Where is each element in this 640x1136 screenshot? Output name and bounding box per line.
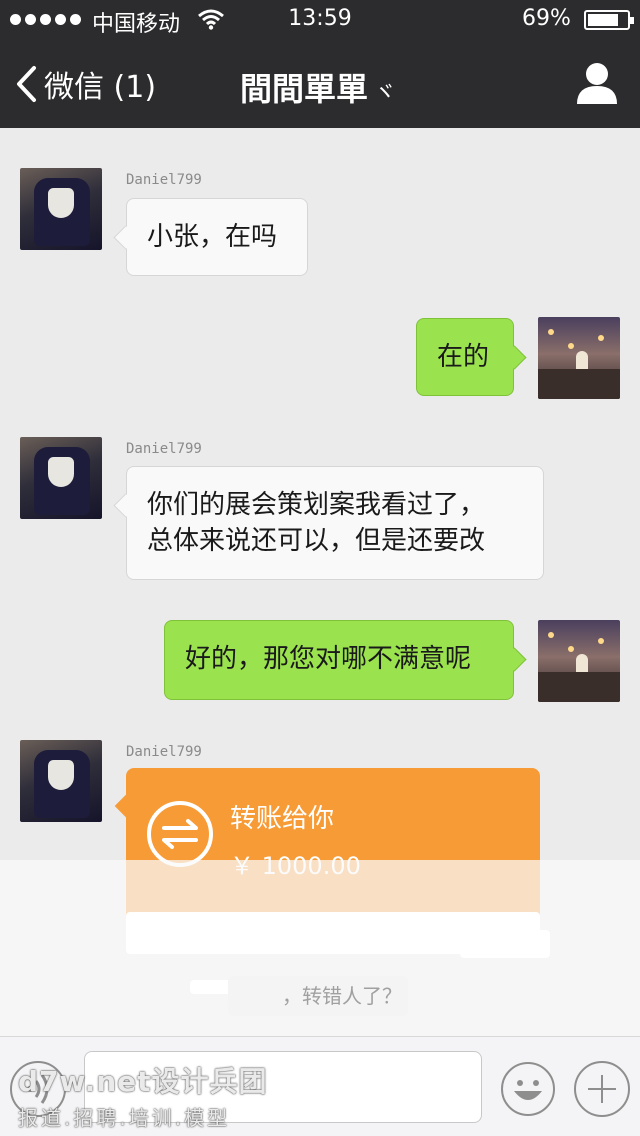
emoji-icon[interactable] [500,1061,556,1117]
battery-percent: 69% [522,6,571,31]
voice-button[interactable] [10,1061,66,1117]
my-avatar[interactable] [538,620,620,702]
sender-name: Daniel799 [126,441,202,457]
chat-title-suffix: ヾ [374,81,397,106]
message-text: 小张，在吗 [147,222,278,252]
sender-name: Daniel799 [126,172,202,188]
battery-icon [584,10,634,30]
contact-avatar[interactable] [20,168,102,250]
profile-icon[interactable] [574,60,620,106]
chevron-left-icon [17,66,36,102]
outgoing-message[interactable]: 好的，那您对哪不满意呢 [164,620,514,700]
back-button[interactable]: 微信 (1) [14,62,156,106]
status-bar: 中国移动 13:59 69% [0,0,640,40]
incoming-message[interactable]: 你们的展会策划案我看过了， 总体来说还可以，但是还要改 [126,466,544,580]
outgoing-message[interactable]: 在的 [416,318,514,396]
transfer-icon [147,801,213,867]
partial-message: ，转错人了？ [228,976,408,1016]
message-text-line: 总体来说还可以，但是还要改 [147,526,486,556]
input-bar [0,1036,640,1136]
contact-avatar[interactable] [20,740,102,822]
nav-bar: 微信 (1) 間間單單ヾ [0,40,640,128]
chat-title: 間間單單ヾ [240,64,396,110]
transfer-label: 转账给你 [230,804,335,834]
contact-avatar[interactable] [20,437,102,519]
incoming-message[interactable]: 小张，在吗 [126,198,308,276]
chat-title-text: 間間單單 [240,70,369,108]
message-text: 在的 [437,342,490,372]
back-label: 微信 (1) [44,70,157,105]
message-text-line: 你们的展会策划案我看过了， [147,490,486,520]
voice-icon [27,1074,49,1104]
plus-button[interactable] [574,1061,630,1117]
message-input[interactable] [84,1051,482,1123]
sender-name: Daniel799 [126,744,202,760]
my-avatar[interactable] [538,317,620,399]
message-text: 好的，那您对哪不满意呢 [185,644,472,674]
